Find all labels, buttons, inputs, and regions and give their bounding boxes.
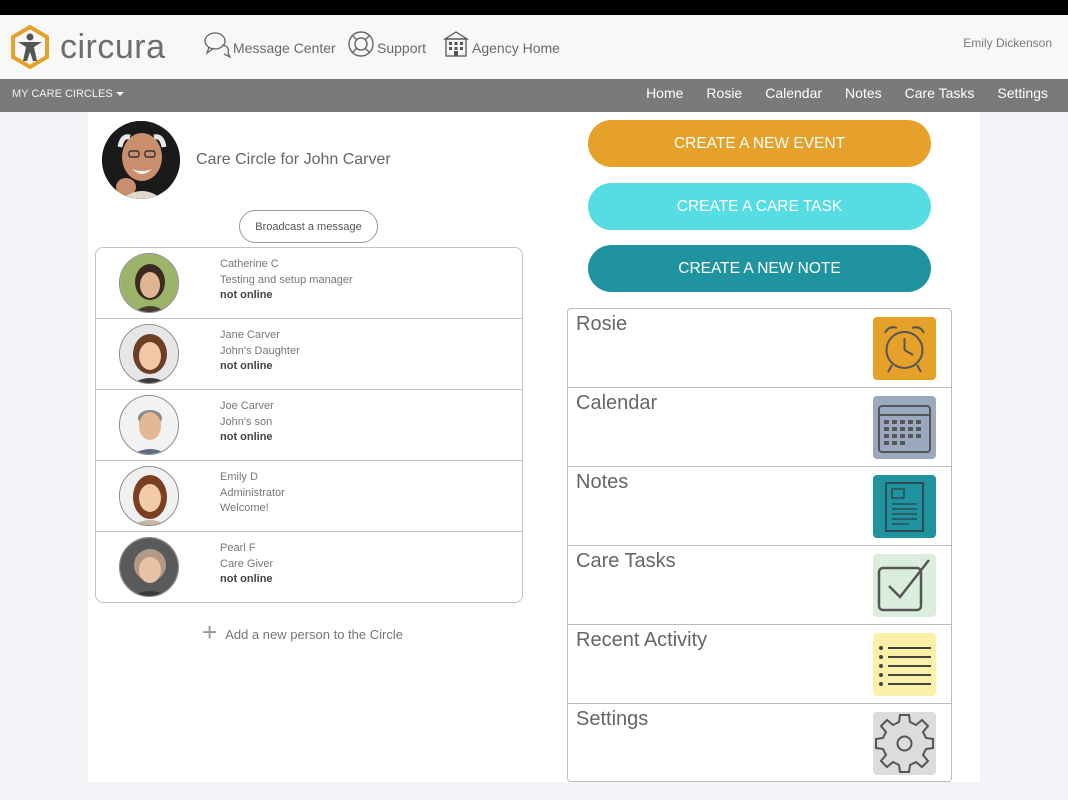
tile-recent-activity[interactable]: Recent Activity (568, 625, 951, 704)
create-note-button[interactable]: CREATE A NEW NOTE (588, 245, 931, 292)
list-item[interactable]: Emily D Administrator Welcome! (96, 461, 522, 532)
status-bar (0, 0, 1068, 15)
member-name: Joe Carver (220, 400, 274, 412)
notepad-icon (873, 475, 936, 538)
tile-label: Care Tasks (576, 550, 676, 572)
lifebuoy-icon (348, 31, 374, 57)
alarm-clock-icon (873, 317, 936, 380)
circura-logo-icon (11, 25, 49, 69)
checkbox-icon (873, 554, 936, 617)
tile-notes[interactable]: Notes (568, 467, 951, 546)
list-item[interactable]: Catherine C Testing and setup manager no… (96, 248, 522, 319)
care-circle-title: Care Circle for John Carver (196, 151, 391, 168)
member-status: not online (220, 573, 273, 585)
member-info: Jane Carver John's Daughter not online (220, 328, 300, 375)
nav-calendar[interactable]: Calendar (765, 85, 822, 101)
member-status: not online (220, 360, 273, 372)
list-icon (873, 633, 936, 696)
member-name: Pearl F (220, 542, 256, 554)
nav-care-tasks[interactable]: Care Tasks (905, 85, 975, 101)
main-navbar: MY CARE CIRCLES Home Rosie Calendar Note… (0, 79, 1068, 112)
member-role: John's son (220, 415, 273, 428)
navbar-links: Home Rosie Calendar Notes Care Tasks Set… (623, 85, 1048, 101)
tile-care-tasks[interactable]: Care Tasks (568, 546, 951, 625)
create-event-button[interactable]: CREATE A NEW EVENT (588, 120, 931, 167)
avatar (119, 395, 179, 455)
tile-label: Recent Activity (576, 629, 708, 651)
add-person-button[interactable]: + Add a new person to the Circle (202, 616, 403, 647)
member-status: not online (220, 431, 273, 443)
logo-text: circura (60, 27, 166, 66)
member-role: Administrator (220, 486, 285, 499)
list-item[interactable]: Jane Carver John's Daughter not online (96, 319, 522, 390)
avatar (119, 537, 179, 597)
user-name[interactable]: Emily Dickenson (963, 36, 1052, 50)
tile-label: Rosie (576, 313, 628, 335)
chat-bubbles-icon (204, 32, 231, 58)
member-status: Welcome! (220, 502, 269, 514)
building-icon (442, 31, 470, 57)
nav-notes[interactable]: Notes (845, 85, 882, 101)
add-person-label: Add a new person to the Circle (225, 627, 403, 642)
nav-settings[interactable]: Settings (997, 85, 1048, 101)
care-recipient-avatar (102, 121, 180, 199)
members-list: Catherine C Testing and setup manager no… (95, 247, 523, 603)
tile-rosie[interactable]: Rosie (568, 309, 951, 388)
care-circles-dropdown-label: MY CARE CIRCLES (12, 88, 113, 100)
tile-label: Notes (576, 471, 629, 493)
member-role: Testing and setup manager (220, 273, 353, 286)
caret-down-icon (115, 92, 124, 97)
tile-label: Settings (576, 708, 649, 730)
avatar (119, 324, 179, 384)
message-center-label: Message Center (233, 40, 336, 56)
member-info: Pearl F Care Giver not online (220, 541, 273, 588)
member-info: Catherine C Testing and setup manager no… (220, 257, 353, 304)
avatar (119, 466, 179, 526)
member-name: Jane Carver (220, 329, 280, 341)
nav-home[interactable]: Home (646, 85, 683, 101)
plus-icon: + (202, 616, 218, 647)
member-name: Emily D (220, 471, 258, 483)
message-center-link[interactable]: Message Center (203, 30, 336, 58)
member-info: Joe Carver John's son not online (220, 399, 274, 446)
agency-home-label: Agency Home (472, 40, 560, 56)
broadcast-message-button[interactable]: Broadcast a message (239, 210, 378, 243)
care-circles-dropdown[interactable]: MY CARE CIRCLES (12, 88, 124, 100)
feature-tiles: Rosie Calendar Notes Care Tasks Recent A… (567, 308, 952, 782)
support-label: Support (377, 40, 427, 56)
list-item[interactable]: Pearl F Care Giver not online (96, 532, 522, 602)
member-info: Emily D Administrator Welcome! (220, 470, 285, 517)
calendar-icon (873, 396, 936, 459)
tile-label: Calendar (576, 392, 658, 414)
member-status: not online (220, 289, 273, 301)
list-item[interactable]: Joe Carver John's son not online (96, 390, 522, 461)
gear-icon (873, 712, 936, 775)
create-task-button[interactable]: CREATE A CARE TASK (588, 183, 931, 230)
support-link[interactable]: Support (347, 30, 426, 58)
tile-settings[interactable]: Settings (568, 704, 951, 783)
nav-rosie[interactable]: Rosie (706, 85, 742, 101)
member-role: John's Daughter (220, 344, 300, 357)
agency-home-link[interactable]: Agency Home (442, 30, 560, 58)
tile-calendar[interactable]: Calendar (568, 388, 951, 467)
logo[interactable]: circura (8, 25, 166, 69)
app-header: circura Message Center Support Agency Ho… (0, 15, 1068, 79)
member-name: Catherine C (220, 258, 279, 270)
avatar (119, 253, 179, 313)
member-role: Care Giver (220, 557, 274, 570)
elderly-man-portrait-icon (102, 121, 180, 199)
